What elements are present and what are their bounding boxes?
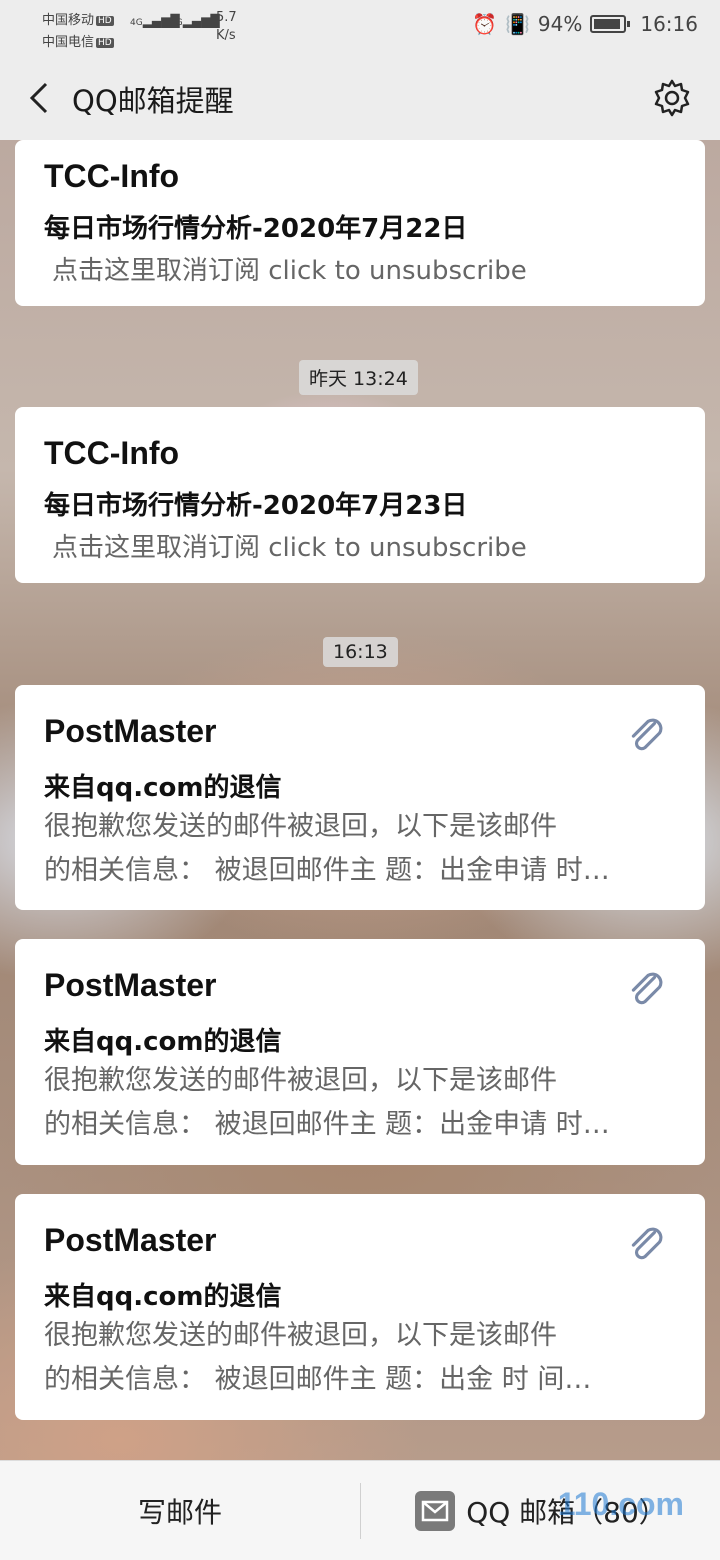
signal-icon-2: 4G▂▄▆█ [170,14,220,28]
paperclip-icon [631,718,663,751]
sender-name: PostMaster [44,1222,217,1258]
mail-subject: 每日市场行情分析-2020年7月23日 [44,491,468,521]
mail-preview: 很抱歉您发送的邮件被退回，以下是该邮件 的相关信息： 被退回邮件主 题：出金 时… [44,1320,592,1395]
paperclip-icon [631,972,663,1005]
status-bar: 中国移动 HD 中国电信 HD 4G▂▄▆█ 4G▂▄▆█ 5.7 K/s ⏰ 📳 … [0,0,720,56]
mail-preview: 很抱歉您发送的邮件被退回，以下是该邮件 的相关信息： 被退回邮件主 题：出金申请… [44,1065,610,1140]
mail-subject: 来自qq.com的退信 [44,1282,282,1312]
sender-name: TCC-Info [44,435,180,471]
network-speed: 5.7 K/s [216,10,237,43]
carrier-1: 中国移动 HD [42,13,114,28]
time-chip: 昨天 13:24 [299,360,418,395]
nav-bar: QQ邮箱提醒 [0,56,720,140]
battery-icon [590,15,631,33]
watermark-logo: 110.com [557,1486,684,1522]
unsubscribe-link[interactable]: 点击这里取消订阅 click to unsubscribe [52,250,527,287]
chevron-left-icon[interactable] [22,78,62,118]
mail-subject: 每日市场行情分析-2020年7月22日 [44,214,468,244]
unsubscribe-link[interactable]: 点击这里取消订阅 click to unsubscribe [52,527,527,564]
message-card[interactable]: PostMaster 来自qq.com的退信 很抱歉您发送的邮件被退回，以下是该… [15,939,705,1165]
message-card[interactable]: PostMaster 来自qq.com的退信 很抱歉您发送的邮件被退回，以下是该… [15,1194,705,1420]
sender-name: TCC-Info [44,158,180,194]
message-card[interactable]: TCC-Info 每日市场行情分析-2020年7月23日 点击这里取消订阅 cl… [15,407,705,583]
battery-percent: 94% [537,12,583,36]
bottom-bar: 写邮件 QQ 邮箱（80） 110.com [0,1460,720,1560]
sender-name: PostMaster [44,713,217,749]
status-right: ⏰ 📳 94% 16:16 [472,12,698,36]
mail-subject: 来自qq.com的退信 [44,773,282,803]
alarm-icon: ⏰ [472,12,497,36]
sender-name: PostMaster [44,967,217,1003]
page-title: QQ邮箱提醒 [72,84,234,118]
vibrate-icon: 📳 [505,12,530,36]
write-mail-button[interactable]: 写邮件 [0,1461,360,1560]
carrier-2: 中国电信 HD [42,35,114,50]
clock: 16:16 [640,12,698,36]
mail-subject: 来自qq.com的退信 [44,1027,282,1057]
message-card[interactable]: PostMaster 来自qq.com的退信 很抱歉您发送的邮件被退回，以下是该… [15,685,705,910]
paperclip-icon [631,1227,663,1260]
time-chip: 16:13 [323,637,398,667]
message-card[interactable]: TCC-Info 每日市场行情分析-2020年7月22日 点击这里取消订阅 cl… [15,140,705,306]
envelope-icon [415,1491,456,1531]
mail-preview: 很抱歉您发送的邮件被退回，以下是该邮件 的相关信息： 被退回邮件主 题：出金申请… [44,811,610,886]
gear-icon[interactable] [652,78,692,118]
